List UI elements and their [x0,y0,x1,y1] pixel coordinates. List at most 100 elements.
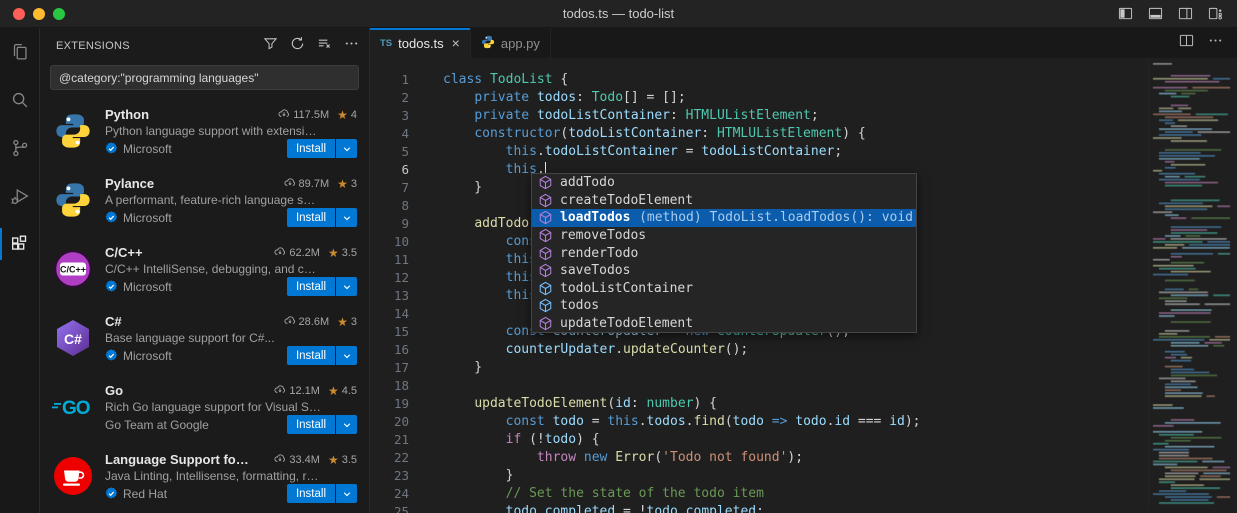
code-line[interactable]: 2 private todos: Todo[] = []; [370,89,1237,107]
code-line[interactable]: 24 // Set the state of the todo item [370,485,1237,503]
suggest-label: addTodo [560,175,615,190]
extension-description: Java Linting, Intellisense, formatting, … [105,469,357,483]
install-button[interactable]: Install [287,415,336,434]
verified-publisher-icon [105,487,118,500]
suggest-item-createTodoElement[interactable]: createTodoElement [532,192,916,210]
line-number: 11 [370,251,414,269]
suggest-item-todoListContainer[interactable]: todoListContainer [532,280,916,298]
suggest-item-renderTodo[interactable]: renderTodo [532,244,916,262]
search-icon[interactable] [0,76,39,124]
more-actions-icon[interactable] [344,36,359,56]
code-line[interactable]: 16 counterUpdater.updateCounter(); [370,341,1237,359]
code-line[interactable]: 25 todo.completed = !todo.completed; [370,503,1237,513]
line-number: 3 [370,107,414,125]
code-line[interactable]: 18 [370,377,1237,395]
install-button[interactable]: Install [287,277,336,296]
suggest-label: createTodoElement [560,193,693,208]
toggle-secondary-sidebar-icon[interactable] [1178,6,1193,21]
toggle-panel-icon[interactable] [1148,6,1163,21]
rating: 3.5 [342,454,357,466]
install-dropdown-icon[interactable] [336,139,357,158]
code-line[interactable]: 19 updateTodoElement(id: number) { [370,395,1237,413]
code-line[interactable]: 17 } [370,359,1237,377]
suggest-item-updateTodoElement[interactable]: updateTodoElement [532,315,916,333]
publisher-name: Microsoft [123,211,172,225]
extensions-icon[interactable] [0,220,39,268]
source-control-icon[interactable] [0,124,39,172]
install-dropdown-icon[interactable] [336,415,357,434]
download-count: 28.6M [299,316,330,328]
customize-layout-icon[interactable] [1208,6,1223,21]
install-dropdown-icon[interactable] [336,346,357,365]
code-line[interactable]: 23 } [370,467,1237,485]
split-editor-icon[interactable] [1179,33,1194,53]
extension-item[interactable]: Python117.5M★4Python language support wi… [40,98,369,167]
symbol-method-icon [538,228,553,243]
install-button[interactable]: Install [287,139,336,158]
install-button[interactable]: Install [287,208,336,227]
suggest-label: todoListContainer [560,281,693,296]
code-line[interactable]: 5 this.todoListContainer = todoListConta… [370,143,1237,161]
line-number: 17 [370,359,414,377]
extension-item[interactable]: C/C++C/C++62.2M★3.5C/C++ IntelliSense, d… [40,236,369,305]
install-dropdown-icon[interactable] [336,484,357,503]
extensions-search-input[interactable] [50,65,359,90]
code-line[interactable]: 22 throw new Error('Todo not found'); [370,449,1237,467]
suggest-item-addTodo[interactable]: addTodo [532,174,916,192]
download-count: 117.5M [293,109,329,121]
editor-body[interactable]: 1class TodoList {2 private todos: Todo[]… [370,58,1237,513]
toggle-primary-sidebar-icon[interactable] [1118,6,1133,21]
close-window-button[interactable] [13,8,25,20]
suggest-item-saveTodos[interactable]: saveTodos [532,262,916,280]
code-line[interactable]: 20 const todo = this.todos.find(todo => … [370,413,1237,431]
download-count-icon [278,107,290,122]
explorer-icon[interactable] [0,28,39,76]
code-line[interactable]: 1class TodoList { [370,71,1237,89]
extension-name: Language Support fo… [105,452,249,467]
editor-group: TS todos.ts × app.py 1class TodoList {2 … [370,28,1237,513]
extension-item[interactable]: Pylance89.7M★3A performant, feature-rich… [40,167,369,236]
extension-item[interactable]: C#C#28.6M★3Base language support for C#.… [40,305,369,374]
code-line[interactable]: 4 constructor(todoListContainer: HTMLULi… [370,125,1237,143]
rating: 3 [351,178,357,190]
line-number: 9 [370,215,414,233]
install-dropdown-icon[interactable] [336,208,357,227]
suggest-item-removeTodos[interactable]: removeTodos [532,227,916,245]
tab-app-py[interactable]: app.py [471,28,551,58]
refresh-icon[interactable] [290,36,305,56]
suggest-item-loadTodos[interactable]: loadTodos(method) TodoList.loadTodos(): … [532,209,916,227]
install-button[interactable]: Install [287,484,336,503]
suggest-label: todos [560,298,599,313]
download-count-icon [274,245,286,260]
rating: 3 [351,316,357,328]
tab-todos-ts[interactable]: TS todos.ts × [370,28,471,58]
publisher-name: Go Team at Google [105,418,209,432]
zoom-window-button[interactable] [53,8,65,20]
run-and-debug-icon[interactable] [0,172,39,220]
filter-extensions-icon[interactable] [263,36,278,56]
star-icon: ★ [328,384,339,398]
install-button[interactable]: Install [287,346,336,365]
line-number: 25 [370,503,414,513]
code-line[interactable]: 3 private todoListContainer: HTMLUListEl… [370,107,1237,125]
extension-name: Python [105,107,149,122]
download-count-icon [284,314,296,329]
suggest-item-todos[interactable]: todos [532,297,916,315]
tab-strip: TS todos.ts × app.py [370,28,1237,58]
suggest-label: removeTodos [560,228,646,243]
intellisense-suggest-widget: addTodo createTodoElementloadTodos(method… [531,173,917,333]
more-editor-actions-icon[interactable] [1208,33,1223,53]
extension-item[interactable]: Language Support fo…33.4M★3.5Java Lintin… [40,443,369,512]
verified-publisher-icon [105,211,118,224]
go-logo-icon: GO [52,386,94,428]
install-dropdown-icon[interactable] [336,277,357,296]
python-logo-icon [52,179,94,221]
close-tab-icon[interactable]: × [452,35,460,51]
line-number: 16 [370,341,414,359]
extension-name: C# [105,314,122,329]
minimap[interactable] [1148,58,1237,508]
extension-item[interactable]: GOGo12.1M★4.5Rich Go language support fo… [40,374,369,443]
minimize-window-button[interactable] [33,8,45,20]
code-line[interactable]: 21 if (!todo) { [370,431,1237,449]
clear-extensions-search-icon[interactable] [317,36,332,56]
